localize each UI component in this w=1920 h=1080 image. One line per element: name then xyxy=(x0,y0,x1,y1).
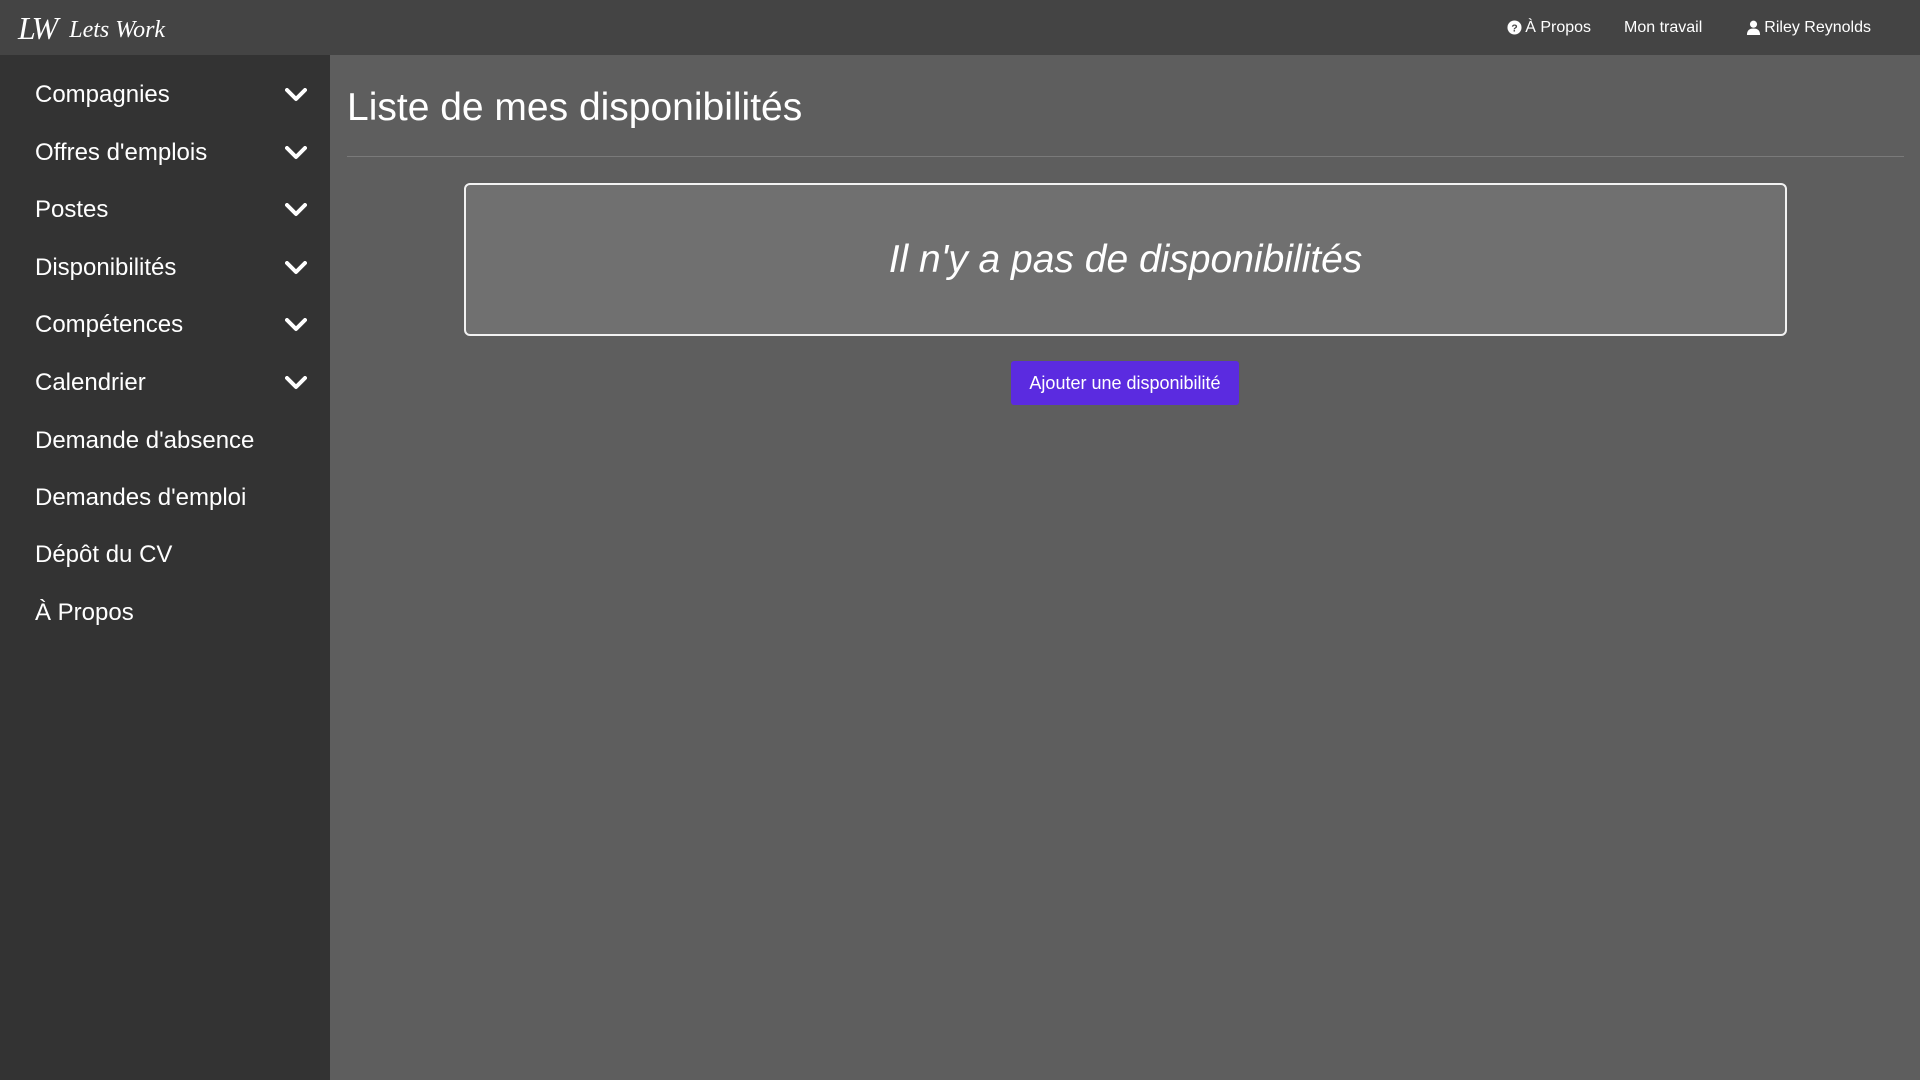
sidebar: Compagnies Offres d'emplois Postes Dispo… xyxy=(0,55,330,1080)
sidebar-item-calendrier[interactable]: Calendrier xyxy=(0,359,330,407)
chevron-down-icon xyxy=(284,198,308,222)
brand-logo: LW xyxy=(18,9,58,46)
empty-state-panel: Il n'y a pas de disponibilités xyxy=(464,183,1787,336)
sidebar-item-label: Demandes d'emploi xyxy=(35,484,247,511)
sidebar-item-a-propos[interactable]: À Propos xyxy=(0,589,330,637)
nav-user-menu[interactable]: Riley Reynolds xyxy=(1746,19,1871,37)
nav-my-work-label: Mon travail xyxy=(1624,18,1703,36)
sidebar-item-demande-absence[interactable]: Demande d'absence xyxy=(0,417,330,465)
sidebar-item-label: Compétences xyxy=(35,311,184,338)
title-divider xyxy=(347,156,1904,157)
chevron-down-icon xyxy=(284,141,308,165)
sidebar-item-compagnies[interactable]: Compagnies xyxy=(0,71,330,119)
empty-state-message: Il n'y a pas de disponibilités xyxy=(888,237,1363,281)
top-navbar: LW Lets Work ? À Propos Mon travail Rile xyxy=(0,0,1920,55)
sidebar-item-postes[interactable]: Postes xyxy=(0,186,330,234)
sidebar-item-label: Dépôt du CV xyxy=(35,541,173,568)
sidebar-item-label: Demande d'absence xyxy=(35,427,255,454)
sidebar-item-label: Disponibilités xyxy=(35,254,177,281)
sidebar-item-label: Compagnies xyxy=(35,81,170,108)
nav-about-label: À Propos xyxy=(1525,18,1592,36)
question-circle-icon: ? xyxy=(1507,20,1522,35)
app-name: Lets Work xyxy=(69,16,166,43)
brand[interactable]: LW Lets Work xyxy=(18,8,165,48)
sidebar-item-competences[interactable]: Compétences xyxy=(0,301,330,349)
chevron-down-icon xyxy=(284,313,308,337)
nav-user-name: Riley Reynolds xyxy=(1764,18,1871,36)
user-icon xyxy=(1746,20,1761,35)
sidebar-item-offres-emplois[interactable]: Offres d'emplois xyxy=(0,129,330,177)
sidebar-item-depot-cv[interactable]: Dépôt du CV xyxy=(0,531,330,579)
chevron-down-icon xyxy=(284,256,308,280)
sidebar-item-disponibilites[interactable]: Disponibilités xyxy=(0,244,330,292)
add-availability-button[interactable]: Ajouter une disponibilité xyxy=(1011,361,1239,405)
sidebar-item-label: Postes xyxy=(35,196,109,223)
nav-about-link[interactable]: ? À Propos xyxy=(1507,19,1591,37)
chevron-down-icon xyxy=(284,371,308,395)
top-nav: ? À Propos Mon travail Riley Reynolds xyxy=(1507,0,1920,55)
sidebar-item-demandes-emploi[interactable]: Demandes d'emploi xyxy=(0,474,330,522)
nav-my-work-link[interactable]: Mon travail xyxy=(1624,19,1702,37)
svg-text:?: ? xyxy=(1512,23,1518,34)
sidebar-item-label: Calendrier xyxy=(35,369,146,396)
chevron-down-icon xyxy=(284,83,308,107)
sidebar-item-label: À Propos xyxy=(35,599,134,626)
page-title: Liste de mes disponibilités xyxy=(347,86,803,129)
sidebar-item-label: Offres d'emplois xyxy=(35,139,208,166)
